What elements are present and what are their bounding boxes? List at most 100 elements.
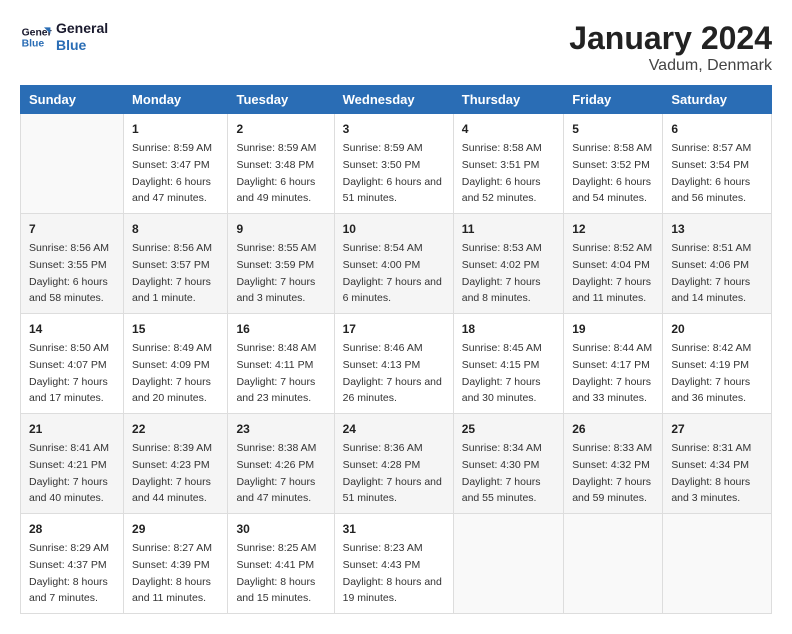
sunrise: Sunrise: 8:45 AM [462, 342, 542, 354]
cell-w4-d4 [453, 514, 563, 614]
sunrise: Sunrise: 8:38 AM [236, 442, 316, 454]
cell-w0-d3: 3Sunrise: 8:59 AMSunset: 3:50 PMDaylight… [334, 114, 453, 214]
logo-icon: General Blue [20, 21, 52, 53]
day-number: 1 [132, 120, 219, 138]
daylight: Daylight: 8 hours and 7 minutes. [29, 576, 108, 605]
col-tuesday: Tuesday [228, 86, 334, 114]
sunrise: Sunrise: 8:33 AM [572, 442, 652, 454]
sunrise: Sunrise: 8:51 AM [671, 242, 751, 254]
day-number: 27 [671, 420, 763, 438]
calendar-table: Sunday Monday Tuesday Wednesday Thursday… [20, 85, 772, 614]
sunrise: Sunrise: 8:53 AM [462, 242, 542, 254]
sunset: Sunset: 3:54 PM [671, 159, 749, 171]
daylight: Daylight: 7 hours and 8 minutes. [462, 276, 541, 305]
sunset: Sunset: 3:55 PM [29, 259, 107, 271]
daylight: Daylight: 7 hours and 17 minutes. [29, 376, 108, 405]
sunrise: Sunrise: 8:55 AM [236, 242, 316, 254]
cell-w3-d6: 27Sunrise: 8:31 AMSunset: 4:34 PMDayligh… [663, 414, 772, 514]
cell-w3-d1: 22Sunrise: 8:39 AMSunset: 4:23 PMDayligh… [124, 414, 228, 514]
cell-w2-d0: 14Sunrise: 8:50 AMSunset: 4:07 PMDayligh… [21, 314, 124, 414]
day-number: 17 [343, 320, 445, 338]
sunset: Sunset: 4:41 PM [236, 559, 314, 571]
sunrise: Sunrise: 8:49 AM [132, 342, 212, 354]
cell-w1-d3: 10Sunrise: 8:54 AMSunset: 4:00 PMDayligh… [334, 214, 453, 314]
sunrise: Sunrise: 8:54 AM [343, 242, 423, 254]
day-number: 21 [29, 420, 115, 438]
sunset: Sunset: 4:07 PM [29, 359, 107, 371]
day-number: 25 [462, 420, 555, 438]
col-saturday: Saturday [663, 86, 772, 114]
daylight: Daylight: 8 hours and 19 minutes. [343, 576, 442, 605]
sunset: Sunset: 4:02 PM [462, 259, 540, 271]
sunset: Sunset: 3:51 PM [462, 159, 540, 171]
daylight: Daylight: 6 hours and 52 minutes. [462, 176, 541, 205]
cell-w1-d6: 13Sunrise: 8:51 AMSunset: 4:06 PMDayligh… [663, 214, 772, 314]
logo-line2: Blue [56, 37, 108, 54]
cell-w4-d1: 29Sunrise: 8:27 AMSunset: 4:39 PMDayligh… [124, 514, 228, 614]
cell-w1-d0: 7Sunrise: 8:56 AMSunset: 3:55 PMDaylight… [21, 214, 124, 314]
daylight: Daylight: 7 hours and 26 minutes. [343, 376, 442, 405]
cell-w4-d5 [564, 514, 663, 614]
cell-w4-d0: 28Sunrise: 8:29 AMSunset: 4:37 PMDayligh… [21, 514, 124, 614]
sunset: Sunset: 3:47 PM [132, 159, 210, 171]
sunset: Sunset: 4:06 PM [671, 259, 749, 271]
day-number: 29 [132, 520, 219, 538]
sunrise: Sunrise: 8:58 AM [572, 142, 652, 154]
daylight: Daylight: 7 hours and 20 minutes. [132, 376, 211, 405]
col-sunday: Sunday [21, 86, 124, 114]
daylight: Daylight: 7 hours and 47 minutes. [236, 476, 315, 505]
cell-w0-d1: 1 Sunrise: 8:59 AM Sunset: 3:47 PM Daylight… [124, 114, 228, 214]
sunset: Sunset: 4:43 PM [343, 559, 421, 571]
day-number: 20 [671, 320, 763, 338]
day-number: 30 [236, 520, 325, 538]
sunrise: Sunrise: 8:48 AM [236, 342, 316, 354]
day-number: 12 [572, 220, 654, 238]
col-friday: Friday [564, 86, 663, 114]
sunrise: Sunrise: 8:52 AM [572, 242, 652, 254]
subtitle: Vadum, Denmark [569, 57, 772, 75]
week-row-1: 7Sunrise: 8:56 AMSunset: 3:55 PMDaylight… [21, 214, 772, 314]
daylight: Daylight: 6 hours and 56 minutes. [671, 176, 750, 205]
daylight: Daylight: 7 hours and 36 minutes. [671, 376, 750, 405]
sunset: Sunset: 4:19 PM [671, 359, 749, 371]
day-number: 11 [462, 220, 555, 238]
sunset: Sunset: 4:15 PM [462, 359, 540, 371]
sunset: Sunset: 4:09 PM [132, 359, 210, 371]
sunrise: Sunrise: 8:46 AM [343, 342, 423, 354]
daylight: Daylight: 6 hours and 49 minutes. [236, 176, 315, 205]
day-number: 8 [132, 220, 219, 238]
sunrise: Sunrise: 8:31 AM [671, 442, 751, 454]
sunrise: Sunrise: 8:36 AM [343, 442, 423, 454]
day-number: 7 [29, 220, 115, 238]
daylight: Daylight: 7 hours and 51 minutes. [343, 476, 442, 505]
cell-w4-d6 [663, 514, 772, 614]
cell-w3-d0: 21Sunrise: 8:41 AMSunset: 4:21 PMDayligh… [21, 414, 124, 514]
sunrise: Sunrise: 8:58 AM [462, 142, 542, 154]
daylight: Daylight: 7 hours and 44 minutes. [132, 476, 211, 505]
sunset: Sunset: 4:32 PM [572, 459, 650, 471]
cell-w2-d1: 15Sunrise: 8:49 AMSunset: 4:09 PMDayligh… [124, 314, 228, 414]
sunrise: Sunrise: 8:59 AM [132, 142, 212, 154]
day-number: 5 [572, 120, 654, 138]
daylight: Daylight: 7 hours and 40 minutes. [29, 476, 108, 505]
sunset: Sunset: 4:21 PM [29, 459, 107, 471]
daylight: Daylight: 8 hours and 11 minutes. [132, 576, 211, 605]
day-number: 10 [343, 220, 445, 238]
sunset: Sunset: 4:37 PM [29, 559, 107, 571]
daylight: Daylight: 7 hours and 14 minutes. [671, 276, 750, 305]
cell-w0-d6: 6Sunrise: 8:57 AMSunset: 3:54 PMDaylight… [663, 114, 772, 214]
svg-text:Blue: Blue [22, 38, 45, 49]
daylight: Daylight: 6 hours and 54 minutes. [572, 176, 651, 205]
cell-w1-d4: 11 Sunrise: 8:53 AM Sunset: 4:02 PM Dayligh… [453, 214, 563, 314]
sunset: Sunset: 3:52 PM [572, 159, 650, 171]
header-row: Sunday Monday Tuesday Wednesday Thursday… [21, 86, 772, 114]
week-row-0: 1 Sunrise: 8:59 AM Sunset: 3:47 PM Daylight… [21, 114, 772, 214]
cell-w0-d0 [21, 114, 124, 214]
sunrise: Sunrise: 8:34 AM [462, 442, 542, 454]
week-row-4: 28Sunrise: 8:29 AMSunset: 4:37 PMDayligh… [21, 514, 772, 614]
main-title: January 2024 [569, 20, 772, 57]
day-number: 3 [343, 120, 445, 138]
day-number: 2 [236, 120, 325, 138]
daylight: Daylight: 6 hours and 47 minutes. [132, 176, 211, 205]
day-number: 18 [462, 320, 555, 338]
